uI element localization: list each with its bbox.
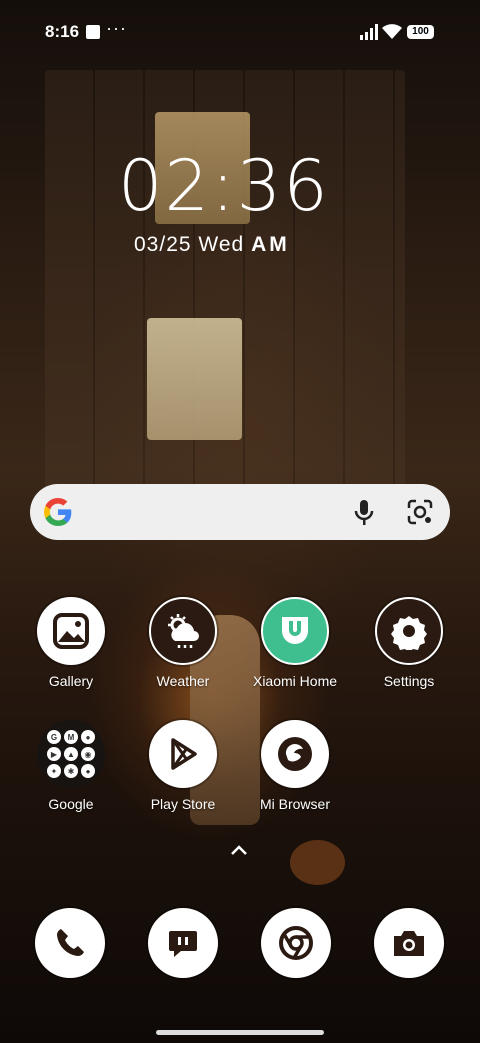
app-play-store[interactable]: Play Store	[128, 720, 238, 812]
assistant-mini-icon: ✱	[64, 764, 78, 778]
chevron-up-icon[interactable]	[229, 843, 249, 857]
dock-camera[interactable]	[354, 908, 464, 978]
contacts-mini-icon: ●	[81, 764, 95, 778]
clock-widget[interactable]: 02:36	[118, 145, 330, 227]
app-settings[interactable]: Settings	[354, 597, 464, 689]
chrome-icon	[261, 908, 331, 978]
wallpaper-pumpkin	[290, 840, 345, 885]
app-xiaomi-home[interactable]: Xiaomi Home	[240, 597, 350, 689]
app-label: Play Store	[150, 796, 216, 812]
maps-mini-icon: ●	[81, 730, 95, 744]
play-store-icon	[149, 720, 217, 788]
google-mini-icon: G	[47, 730, 61, 744]
dock-chrome[interactable]	[241, 908, 351, 978]
drive-mini-icon: ▲	[64, 747, 78, 761]
app-label: Gallery	[48, 673, 94, 689]
app-label: Xiaomi Home	[252, 673, 338, 689]
settings-icon	[375, 597, 443, 665]
photos-mini-icon: ✦	[47, 764, 61, 778]
battery-icon: 100	[407, 25, 434, 39]
status-bar: 8:16 ··· 100	[0, 0, 480, 64]
wifi-icon	[382, 24, 402, 39]
xiaomi-home-icon	[261, 597, 329, 665]
mi-browser-icon	[261, 720, 329, 788]
google-folder-icon: G M ● ▶ ▲ ◉ ✦ ✱ ●	[37, 720, 105, 788]
app-gallery[interactable]: Gallery	[16, 597, 126, 689]
weekday-text: Wed	[198, 233, 245, 256]
app-label: Weather	[156, 673, 210, 689]
app-label: Settings	[383, 673, 435, 689]
date-text: 03/25	[134, 233, 192, 256]
lens-icon[interactable]	[406, 498, 434, 526]
weather-icon	[149, 597, 217, 665]
date-widget[interactable]: 03/25 Wed AM	[134, 233, 290, 257]
gallery-icon	[37, 597, 105, 665]
more-notifications-icon: ···	[106, 18, 127, 38]
app-label: Mi Browser	[259, 796, 330, 812]
folder-label: Google	[48, 796, 94, 812]
folder-google[interactable]: G M ● ▶ ▲ ◉ ✦ ✱ ● Google	[16, 720, 126, 812]
notification-icon	[86, 25, 100, 39]
app-mi-browser[interactable]: Mi Browser	[240, 720, 350, 812]
mic-icon[interactable]	[352, 498, 376, 526]
phone-icon	[35, 908, 105, 978]
google-logo-icon	[44, 498, 72, 526]
messages-icon	[148, 908, 218, 978]
google-search-bar[interactable]	[30, 484, 450, 540]
youtube-mini-icon: ▶	[47, 747, 61, 761]
dock-messages[interactable]	[128, 908, 238, 978]
ampm-text: AM	[251, 233, 290, 256]
gmail-mini-icon: M	[64, 730, 78, 744]
app-weather[interactable]: Weather	[128, 597, 238, 689]
meet-mini-icon: ◉	[81, 747, 95, 761]
camera-icon	[374, 908, 444, 978]
dock-phone[interactable]	[15, 908, 125, 978]
wallpaper-window	[147, 318, 242, 440]
status-time: 8:16	[45, 22, 80, 41]
signal-icon	[360, 24, 378, 40]
gesture-home-bar[interactable]	[156, 1030, 324, 1035]
